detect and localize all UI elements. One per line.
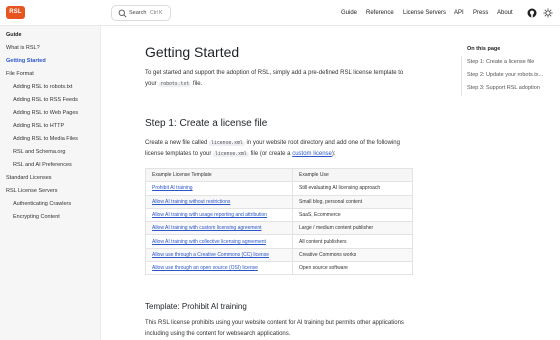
sidebar-item-getting-started[interactable]: Getting Started	[6, 57, 46, 65]
intro-text-end: file.	[192, 81, 203, 87]
sidebar-item-http[interactable]: Adding RSL to HTTP	[13, 122, 64, 130]
step1-text-end: ):	[331, 151, 336, 157]
table-cell-use: Still evaluating AI licensing approach	[292, 181, 413, 196]
template-link[interactable]: Allow use through a Creative Commons (CC…	[152, 252, 269, 258]
page-title: Getting Started	[145, 44, 240, 60]
sidebar-item-license-servers[interactable]: RSL License Servers	[6, 187, 57, 195]
nav-license-servers[interactable]: License Servers	[403, 0, 446, 26]
step1-heading: Step 1: Create a license file	[145, 118, 268, 129]
search-button[interactable]: Search Ctrl K	[111, 5, 171, 21]
template-link[interactable]: Allow use through an open source (OSI) l…	[152, 265, 258, 271]
sidebar: Guide What is RSL? Getting Started File …	[0, 26, 101, 340]
table-header-row: Example License Template Example Use	[145, 167, 413, 183]
table-row: Allow AI training with collective licens…	[145, 234, 413, 249]
outline-item-step3[interactable]: Step 3: Support RSL adoption	[467, 85, 540, 91]
table-cell-use: Large / medium content publisher	[292, 221, 413, 236]
sidebar-item-schema-org[interactable]: RSL and Schema.org	[13, 148, 65, 156]
table-cell-template: Allow use through an open source (OSI) l…	[145, 261, 293, 276]
outline-rail	[461, 56, 462, 96]
intro-paragraph: To get started and support the adoption …	[145, 68, 415, 90]
search-shortcut: Ctrl K	[150, 10, 163, 16]
search-label: Search	[129, 10, 147, 16]
sidebar-item-standard-licenses[interactable]: Standard Licenses	[6, 174, 52, 182]
sidebar-item-file-format[interactable]: File Format	[6, 70, 34, 78]
step1-text: Create a new file called	[145, 140, 208, 146]
top-bar: RSL Search Ctrl K Guide Reference Licens…	[0, 0, 560, 26]
template-link[interactable]: Allow AI training with collective licens…	[152, 239, 266, 245]
rsl-logo[interactable]: RSL	[6, 6, 25, 19]
step1-text-mid2: file (or create a	[250, 151, 291, 157]
table-cell-template: Allow AI training with collective licens…	[145, 234, 293, 249]
table-cell-use: SaaS, Ecommerce	[292, 207, 413, 223]
nav-api[interactable]: API	[454, 0, 464, 26]
table-row: Allow use through an open source (OSI) l…	[145, 261, 413, 276]
table-cell-template: Allow use through a Creative Commons (CC…	[145, 247, 293, 263]
outline-item-step1[interactable]: Step 1: Create a license file	[467, 59, 534, 65]
step1-code-1: license.xml	[209, 141, 245, 146]
table-row: Allow AI training with custom licensing …	[145, 221, 413, 236]
table-cell-template: Prohibit AI training	[145, 181, 293, 196]
table-cell-use: All content publishers	[292, 234, 413, 249]
sidebar-item-ai-preferences[interactable]: RSL and AI Preferences	[13, 161, 72, 169]
template-link[interactable]: Allow AI training with usage reporting a…	[152, 212, 267, 218]
template-link[interactable]: Allow AI training without restrictions	[152, 199, 230, 205]
table-header-template: Example License Template	[145, 167, 293, 183]
outline-title: On this page	[467, 46, 501, 52]
search-icon	[118, 9, 127, 18]
outline-item-step2[interactable]: Step 2: Update your robots.tx...	[467, 72, 543, 78]
template-paragraph: This RSL license prohibits using your we…	[145, 320, 404, 337]
table-cell-template: Allow AI training with usage reporting a…	[145, 207, 293, 223]
table-cell-template: Allow AI training with custom licensing …	[145, 221, 293, 236]
intro-code: robots.txt	[158, 82, 192, 87]
license-templates-table: Example License Template Example Use Pro…	[145, 167, 413, 276]
sidebar-item-media-files[interactable]: Adding RSL to Media Files	[13, 135, 78, 143]
sidebar-item-rss[interactable]: Adding RSL to RSS Feeds	[13, 96, 78, 104]
nav-reference[interactable]: Reference	[366, 0, 394, 26]
table-row: Prohibit AI training Still evaluating AI…	[145, 181, 413, 196]
template-link[interactable]: Prohibit AI training	[152, 185, 193, 191]
template-heading: Template: Prohibit AI training	[145, 302, 247, 311]
nav-press[interactable]: Press	[473, 0, 488, 26]
table-row: Allow AI training with usage reporting a…	[145, 207, 413, 223]
step1-paragraph: Create a new file called license.xml in …	[145, 138, 415, 160]
theme-toggle-icon[interactable]	[543, 8, 553, 18]
table-cell-template: Allow AI training without restrictions	[145, 194, 293, 209]
table-header-use: Example Use	[292, 167, 413, 183]
nav-guide[interactable]: Guide	[341, 0, 357, 26]
sidebar-item-encrypting-content[interactable]: Encrypting Content	[13, 213, 60, 221]
nav-about[interactable]: About	[497, 0, 513, 26]
table-row: Allow use through a Creative Commons (CC…	[145, 247, 413, 263]
sidebar-item-authenticating-crawlers[interactable]: Authenticating Crawlers	[13, 200, 71, 208]
github-icon[interactable]	[527, 8, 537, 18]
sidebar-item-what-is-rsl[interactable]: What is RSL?	[6, 44, 40, 52]
table-cell-use: Open source software	[292, 261, 413, 276]
custom-license-link[interactable]: custom license	[292, 151, 332, 157]
table-cell-use: Creative Commons works	[292, 247, 413, 263]
template-link[interactable]: Allow AI training with custom licensing …	[152, 225, 262, 231]
step1-code-2: license.xml	[213, 152, 249, 157]
table-row: Allow AI training without restrictions S…	[145, 194, 413, 209]
sidebar-item-robots[interactable]: Adding RSL to robots.txt	[13, 83, 72, 91]
table-cell-use: Small blog, personal content	[292, 194, 413, 209]
sidebar-item-web-pages[interactable]: Adding RSL to Web Pages	[13, 109, 78, 117]
sidebar-item-guide[interactable]: Guide	[6, 31, 22, 39]
